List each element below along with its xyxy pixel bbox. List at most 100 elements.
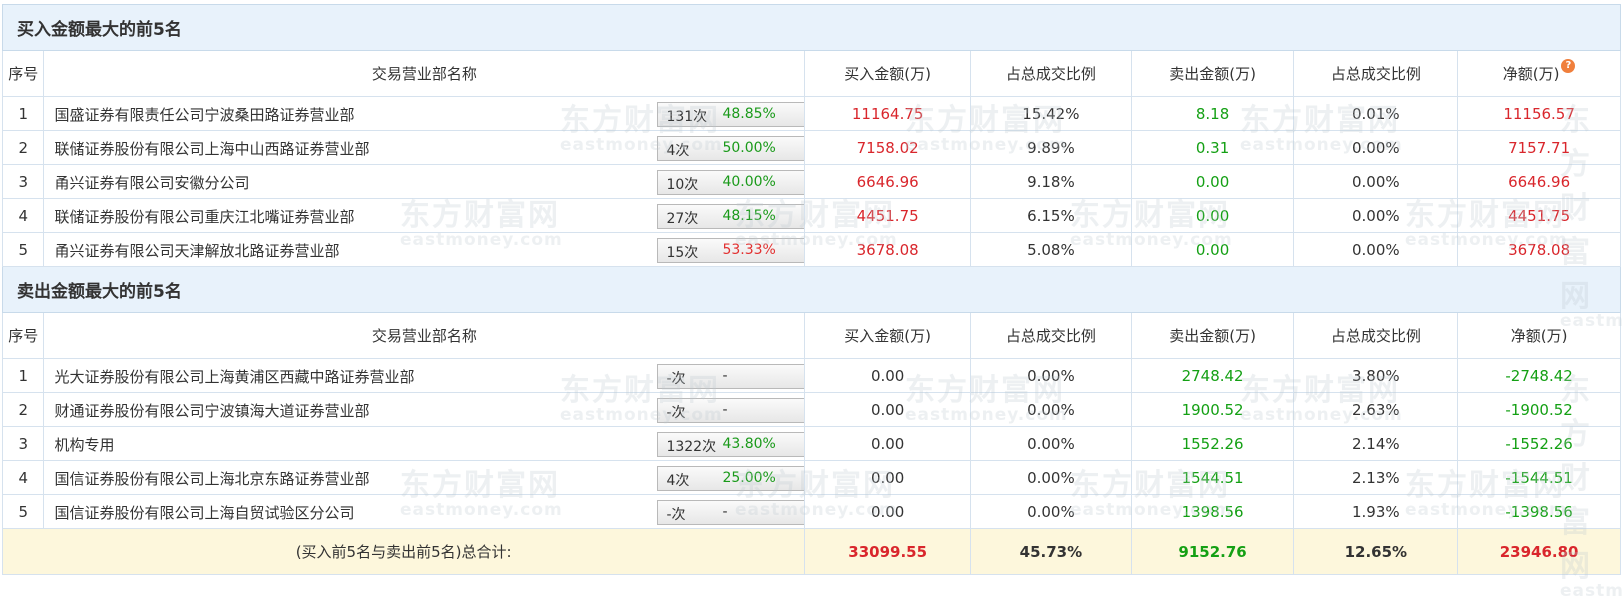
- net-amount: -1900.52: [1457, 392, 1621, 427]
- buy-ratio: 0.00%: [970, 426, 1132, 461]
- branch-stat-button[interactable]: -次 -: [657, 500, 804, 525]
- branch-stat-button[interactable]: 10次 40.00%: [657, 170, 804, 195]
- col-header-buy-ratio: 占总成交比例: [970, 50, 1132, 97]
- buy-ratio: 0.00%: [970, 392, 1132, 427]
- branch-stat-button[interactable]: 4次 50.00%: [657, 136, 804, 161]
- stat-rate: 25.00%: [722, 470, 776, 486]
- buy-amount: 0.00: [804, 392, 972, 427]
- row-index: 5: [1, 494, 45, 529]
- row-index: 4: [1, 198, 45, 233]
- buy-amount: 11164.75: [804, 96, 972, 131]
- table-row: 2 财通证券股份有限公司宁波镇海大道证券营业部 -次 - 0.00 0.00% 1900.5…: [1, 392, 1621, 427]
- branch-name-link[interactable]: 甬兴证券有限公司安徽分公司: [54, 172, 249, 193]
- col-header-buy-amount: 买入金额(万): [804, 312, 972, 359]
- total-sell-ratio: 12.65%: [1293, 528, 1459, 575]
- buy-amount: 0.00: [804, 426, 972, 461]
- buy-ratio: 5.08%: [970, 232, 1132, 267]
- branch-name-link[interactable]: 财通证券股份有限公司宁波镇海大道证券营业部: [54, 400, 369, 421]
- branch-name-link[interactable]: 国信证券股份有限公司上海自贸试验区分公司: [54, 502, 354, 523]
- stat-rate: -: [722, 504, 728, 520]
- net-amount: -1544.51: [1457, 460, 1621, 495]
- net-amount: 11156.57: [1457, 96, 1621, 131]
- buy-section-title: 买入金额最大的前5名: [2, 4, 1621, 51]
- stat-rate: -: [722, 402, 728, 418]
- net-amount: -2748.42: [1457, 358, 1621, 393]
- total-buy-amount: 33099.55: [804, 528, 972, 575]
- table-row: 3 甬兴证券有限公司安徽分公司 10次 40.00% 6646.96 9.18% 0.00 0…: [1, 164, 1621, 199]
- net-amount: 6646.96: [1457, 164, 1621, 199]
- table-row: 5 国信证券股份有限公司上海自贸试验区分公司 -次 - 0.00 0.00% 1398.56…: [1, 494, 1621, 529]
- net-amount: -1398.56: [1457, 494, 1621, 529]
- dragon-tiger-table: 买入金额最大的前5名 序号 交易营业部名称 买入金额(万) 占总成交比例 卖出金…: [1, 4, 1621, 575]
- total-label: (买入前5名与卖出前5名)总合计:: [1, 528, 806, 575]
- branch-cell: 联储证券股份有限公司上海中山西路证券营业部 4次 50.00%: [43, 130, 806, 165]
- sell-ratio: 0.00%: [1293, 164, 1459, 199]
- sell-amount: 1900.52: [1130, 392, 1295, 427]
- net-amount: -1552.26: [1457, 426, 1621, 461]
- col-header-sell-amount: 卖出金额(万): [1130, 312, 1295, 359]
- stat-count: 4次: [666, 473, 690, 489]
- col-header-index: 序号: [1, 312, 45, 359]
- branch-name-link[interactable]: 国盛证券有限责任公司宁波桑田路证券营业部: [54, 104, 354, 125]
- branch-cell: 财通证券股份有限公司宁波镇海大道证券营业部 -次 -: [43, 392, 806, 427]
- branch-name-link[interactable]: 国信证券股份有限公司上海北京东路证券营业部: [54, 468, 369, 489]
- total-row: (买入前5名与卖出前5名)总合计: 33099.55 45.73% 9152.7…: [1, 528, 1621, 575]
- stat-rate: 53.33%: [722, 242, 776, 258]
- branch-name-link[interactable]: 机构专用: [54, 434, 114, 455]
- col-header-net-amount: 净额(万): [1457, 312, 1621, 359]
- sell-amount: 1544.51: [1130, 460, 1295, 495]
- sell-amount: 0.31: [1130, 130, 1295, 165]
- sell-amount: 2748.42: [1130, 358, 1295, 393]
- buy-header-row: 序号 交易营业部名称 买入金额(万) 占总成交比例 卖出金额(万) 占总成交比例…: [1, 50, 1621, 97]
- branch-cell: 国信证券股份有限公司上海自贸试验区分公司 -次 -: [43, 494, 806, 529]
- question-icon[interactable]: ?: [1561, 59, 1576, 73]
- branch-name-link[interactable]: 光大证券股份有限公司上海黄浦区西藏中路证券营业部: [54, 366, 414, 387]
- net-amount: 4451.75: [1457, 198, 1621, 233]
- branch-stat-button[interactable]: 4次 25.00%: [657, 466, 804, 491]
- sell-amount: 8.18: [1130, 96, 1295, 131]
- buy-amount: 0.00: [804, 494, 972, 529]
- buy-amount: 6646.96: [804, 164, 972, 199]
- stat-rate: 48.85%: [722, 106, 776, 122]
- col-header-buy-amount: 买入金额(万): [804, 50, 972, 97]
- stat-rate: 50.00%: [722, 140, 776, 156]
- branch-stat-button[interactable]: 131次48.85%?: [657, 102, 804, 127]
- buy-ratio: 0.00%: [970, 460, 1132, 495]
- branch-stat-button[interactable]: -次-?: [657, 364, 804, 389]
- col-header-branch-name: 交易营业部名称: [43, 50, 806, 97]
- buy-section-title-row: 买入金额最大的前5名: [2, 4, 1621, 51]
- stat-count: -次: [666, 507, 686, 523]
- branch-cell: 光大证券股份有限公司上海黄浦区西藏中路证券营业部 -次-?: [43, 358, 806, 393]
- net-amount: 7157.71: [1457, 130, 1621, 165]
- branch-cell: 甬兴证券有限公司安徽分公司 10次 40.00%: [43, 164, 806, 199]
- branch-name-link[interactable]: 联储证券股份有限公司重庆江北嘴证券营业部: [54, 206, 354, 227]
- buy-ratio: 0.00%: [970, 494, 1132, 529]
- table-row: 2 联储证券股份有限公司上海中山西路证券营业部 4次 50.00% 7158.02 9.8…: [1, 130, 1621, 165]
- branch-stat-button[interactable]: -次 -: [657, 398, 804, 423]
- branch-name-link[interactable]: 联储证券股份有限公司上海中山西路证券营业部: [54, 138, 369, 159]
- sell-ratio: 1.93%: [1293, 494, 1459, 529]
- stat-rate: 48.15%: [722, 208, 776, 224]
- branch-stat-button[interactable]: 1322次 43.80%: [657, 432, 804, 457]
- stat-rate: 40.00%: [722, 174, 776, 190]
- stat-count: -次: [666, 371, 686, 387]
- buy-amount: 0.00: [804, 358, 972, 393]
- sell-amount: 1552.26: [1130, 426, 1295, 461]
- branch-cell: 机构专用 1322次 43.80%: [43, 426, 806, 461]
- sell-ratio: 0.00%: [1293, 198, 1459, 233]
- stat-count: 131次: [666, 109, 708, 125]
- branch-stat-button[interactable]: 15次 53.33%: [657, 238, 804, 263]
- branch-cell: 国信证券股份有限公司上海北京东路证券营业部 4次 25.00%: [43, 460, 806, 495]
- table-row: 3 机构专用 1322次 43.80% 0.00 0.00% 1552.26 2.14% -15…: [1, 426, 1621, 461]
- row-index: 4: [1, 460, 45, 495]
- sell-amount: 1398.56: [1130, 494, 1295, 529]
- sell-ratio: 0.00%: [1293, 232, 1459, 267]
- branch-name-link[interactable]: 甬兴证券有限公司天津解放北路证券营业部: [54, 240, 339, 261]
- buy-amount: 0.00: [804, 460, 972, 495]
- branch-stat-button[interactable]: 27次 48.15%: [657, 204, 804, 229]
- row-index: 1: [1, 96, 45, 131]
- stat-count: 1322次: [666, 439, 717, 455]
- branch-cell: 国盛证券有限责任公司宁波桑田路证券营业部131次48.85%?: [43, 96, 806, 131]
- table-row: 4 国信证券股份有限公司上海北京东路证券营业部 4次 25.00% 0.00 0.00% 1…: [1, 460, 1621, 495]
- buy-ratio: 6.15%: [970, 198, 1132, 233]
